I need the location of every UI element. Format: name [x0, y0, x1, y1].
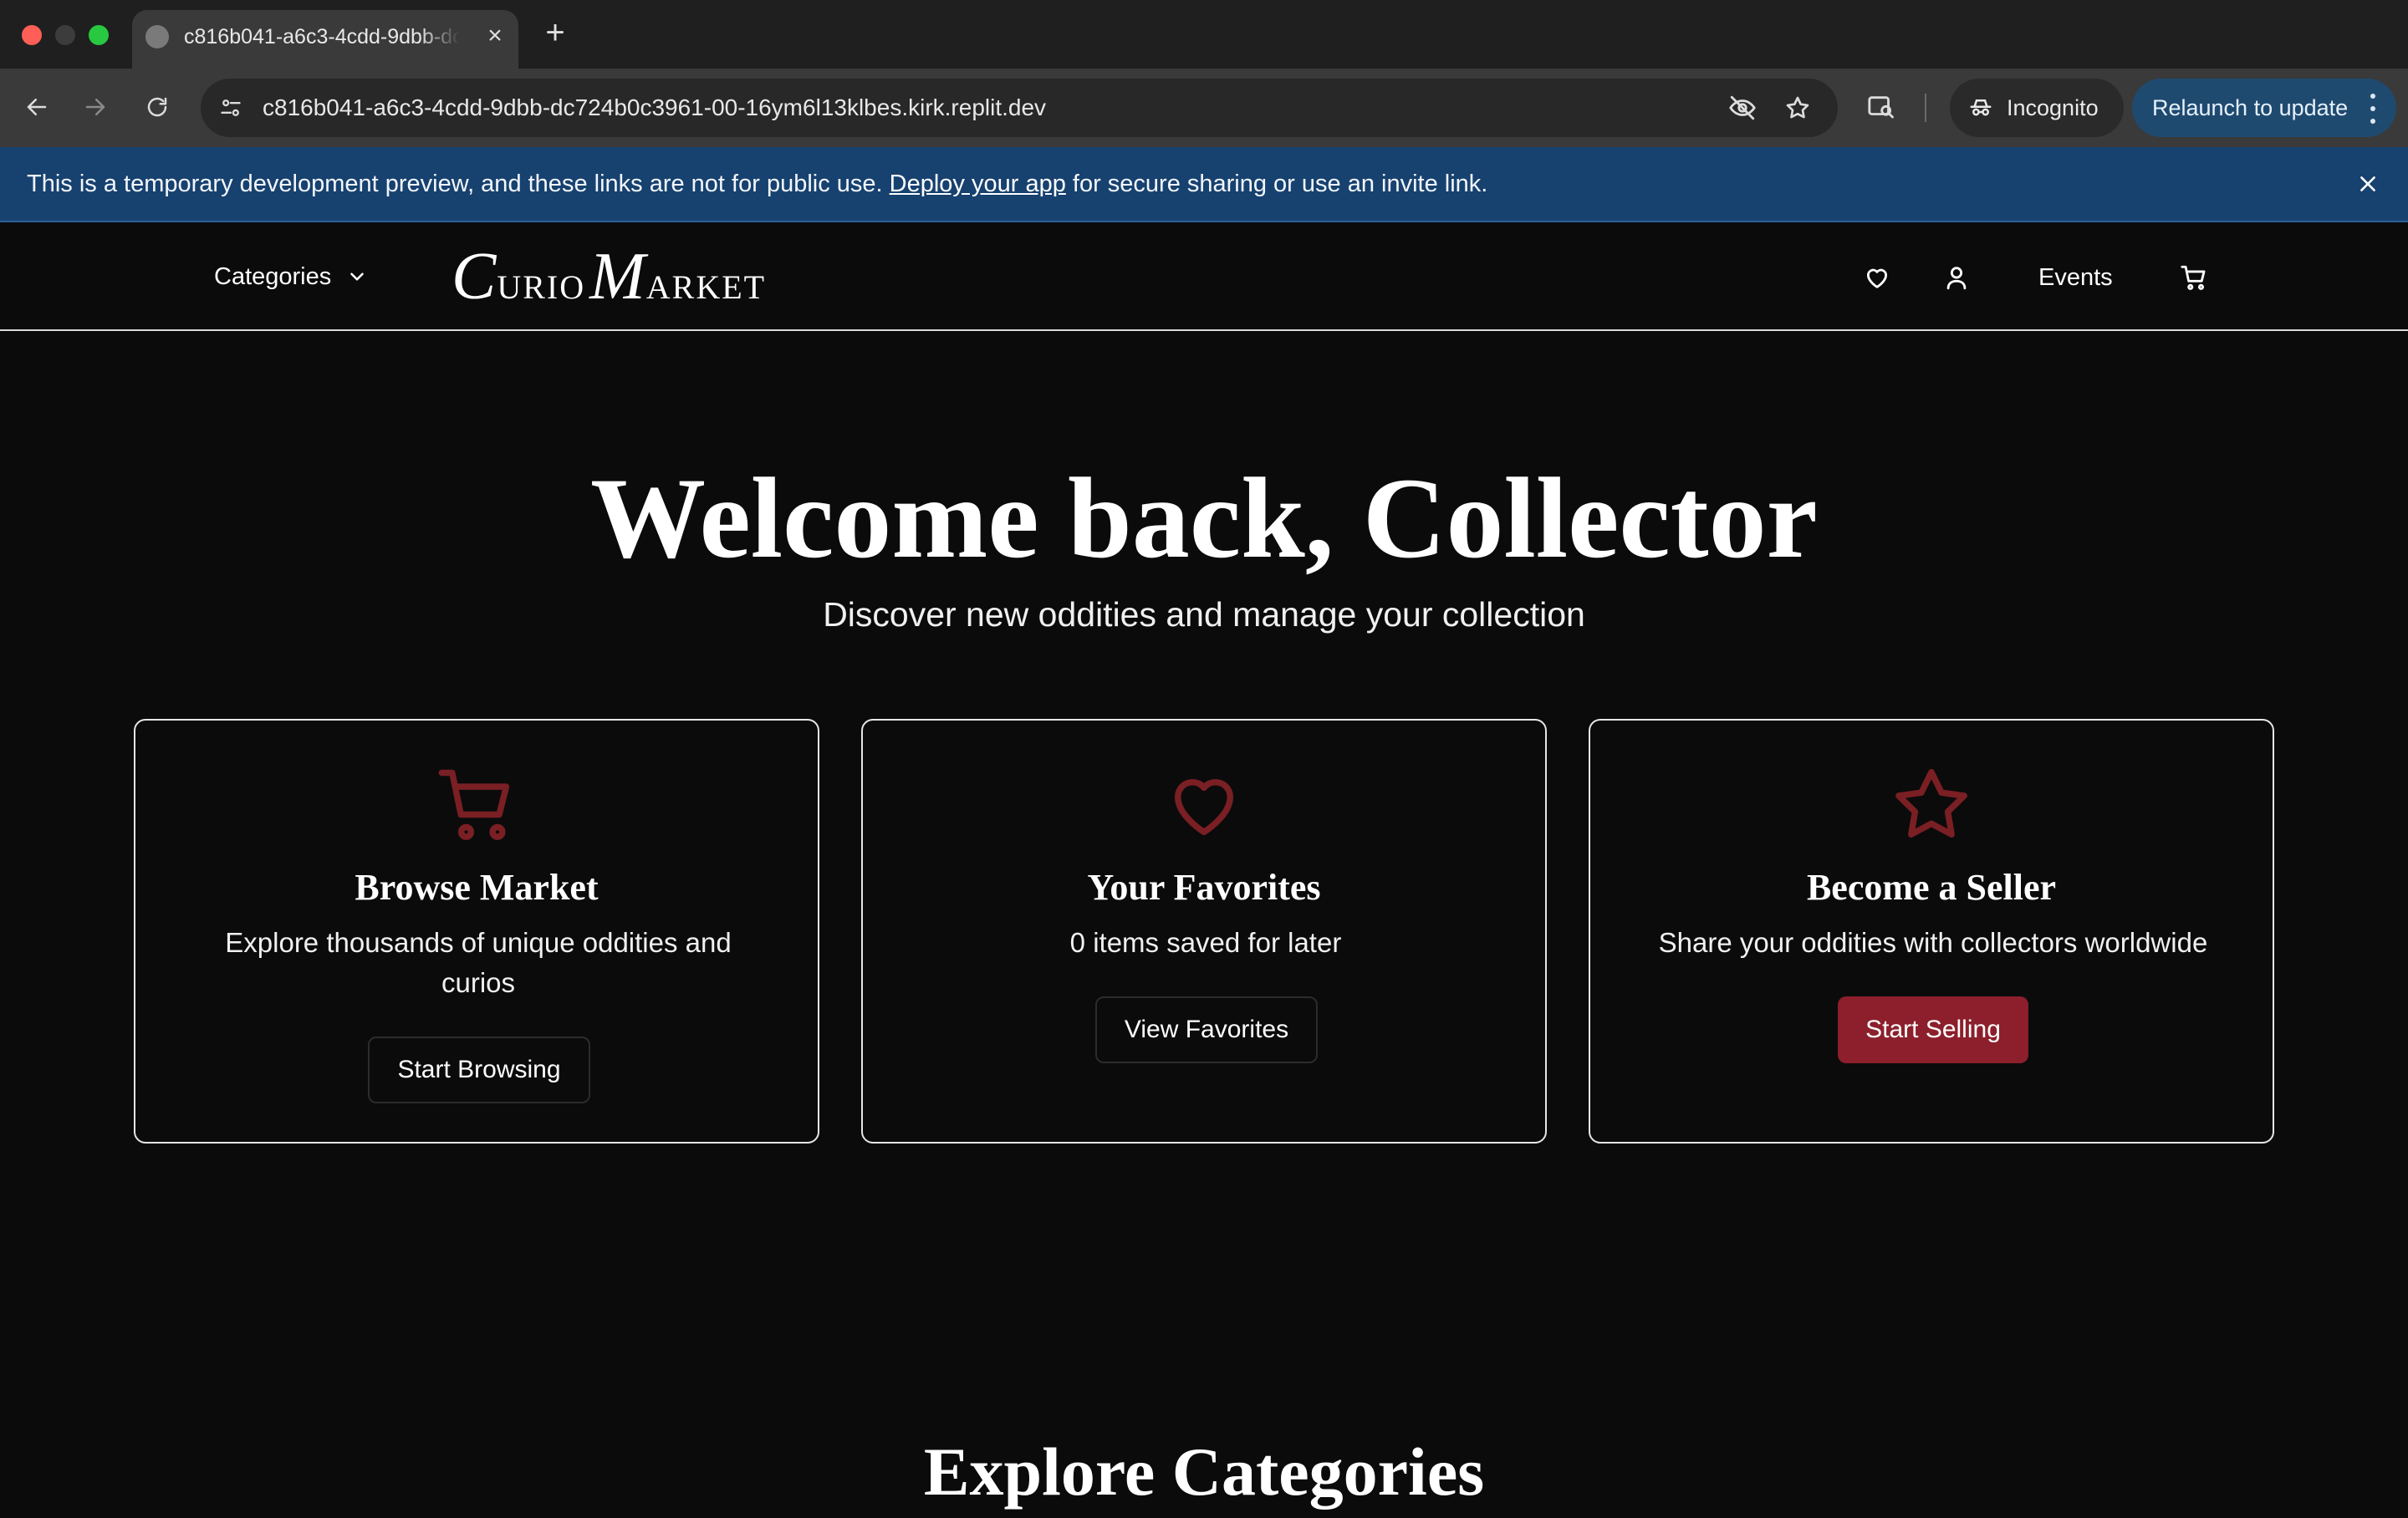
banner-text-after: for secure sharing or use an invite link… [1065, 171, 1488, 197]
browser-tab-bar: c816b041-a6c3-4cdd-9dbb-dc724b0c3961-00-… [0, 0, 2408, 69]
browse-market-card: Browse Market Explore thousands of uniqu… [134, 719, 819, 1144]
categories-dropdown[interactable]: Categories [214, 256, 368, 298]
start-selling-button[interactable]: Start Selling [1838, 996, 2028, 1063]
logo-m: M [589, 240, 646, 313]
events-link[interactable]: Events [2038, 259, 2113, 296]
hero-subtitle: Discover new oddities and manage your co… [823, 595, 1585, 634]
relaunch-button[interactable]: Relaunch to update [2132, 79, 2396, 137]
chevron-down-icon [346, 266, 368, 288]
address-bar[interactable]: c816b041-a6c3-4cdd-9dbb-dc724b0c3961-00-… [201, 79, 1838, 137]
forward-arrow-icon[interactable] [75, 87, 115, 127]
toolbar-divider [1925, 94, 1926, 122]
start-browsing-button[interactable]: Start Browsing [368, 1037, 590, 1103]
categories-label: Categories [214, 262, 332, 290]
back-arrow-icon[interactable] [17, 87, 57, 127]
card-title: Become a Seller [1806, 867, 2057, 908]
window-minimize-button[interactable] [55, 25, 75, 45]
cart-icon [135, 762, 818, 846]
url-text: c816b041-a6c3-4cdd-9dbb-dc724b0c3961-00-… [263, 94, 1047, 120]
cart-icon[interactable] [2176, 259, 2212, 296]
heart-icon[interactable] [1859, 259, 1895, 296]
incognito-indicator[interactable]: Incognito [1950, 79, 2124, 137]
heart-icon [863, 762, 1545, 846]
dev-preview-banner: This is a temporary development preview,… [0, 147, 2408, 222]
window-maximize-button[interactable] [89, 25, 109, 45]
bookmark-star-icon[interactable] [1783, 93, 1813, 123]
site-info-icon[interactable] [216, 93, 246, 123]
hero-title: Welcome back, Collector [590, 454, 1818, 582]
view-favorites-button[interactable]: View Favorites [1095, 996, 1318, 1063]
more-menu-icon[interactable] [2368, 94, 2378, 124]
deploy-app-link[interactable]: Deploy your app [890, 171, 1066, 197]
logo-urio: URIO [497, 268, 586, 306]
incognito-icon [1968, 95, 1993, 120]
star-icon [1590, 762, 2273, 846]
logo-arket: ARKET [645, 268, 767, 306]
reload-icon[interactable] [137, 87, 177, 127]
card-description: 0 items saved for later [1069, 927, 1342, 958]
banner-text-before: This is a temporary development preview,… [27, 171, 890, 197]
your-favorites-card: Your Favorites 0 items saved for later V… [861, 719, 1547, 1144]
relaunch-label: Relaunch to update [2152, 95, 2349, 120]
card-description: Explore thousands of unique oddities and… [225, 927, 732, 998]
window-close-button[interactable] [22, 25, 42, 45]
browser-toolbar: c816b041-a6c3-4cdd-9dbb-dc724b0c3961-00-… [0, 69, 2408, 147]
banner-message: This is a temporary development preview,… [27, 167, 1487, 201]
new-tab-button[interactable]: + [538, 16, 572, 50]
curio-market-logo[interactable]: CURIO MARKET [452, 239, 766, 314]
tab-title: c816b041-a6c3-4cdd-9dbb-dc724b0c3961-00-… [184, 25, 460, 48]
incognito-label: Incognito [2007, 94, 2099, 120]
user-icon[interactable] [1938, 259, 1975, 296]
become-seller-card: Become a Seller Share your oddities with… [1589, 719, 2274, 1144]
banner-close-icon[interactable] [2349, 166, 2386, 202]
tab-close-icon[interactable]: × [482, 23, 508, 50]
browser-tab[interactable]: c816b041-a6c3-4cdd-9dbb-dc724b0c3961-00-… [132, 10, 518, 69]
card-title: Your Favorites [1087, 867, 1321, 908]
eye-slash-icon[interactable] [1727, 93, 1758, 123]
card-description: Share your oddities with collectors worl… [1658, 927, 2208, 958]
site-header: Categories CURIO MARKET Events [0, 222, 2408, 331]
logo-c: C [452, 240, 497, 313]
globe-icon [145, 25, 169, 48]
card-title: Browse Market [355, 867, 599, 908]
tab-search-icon[interactable] [1861, 87, 1901, 127]
